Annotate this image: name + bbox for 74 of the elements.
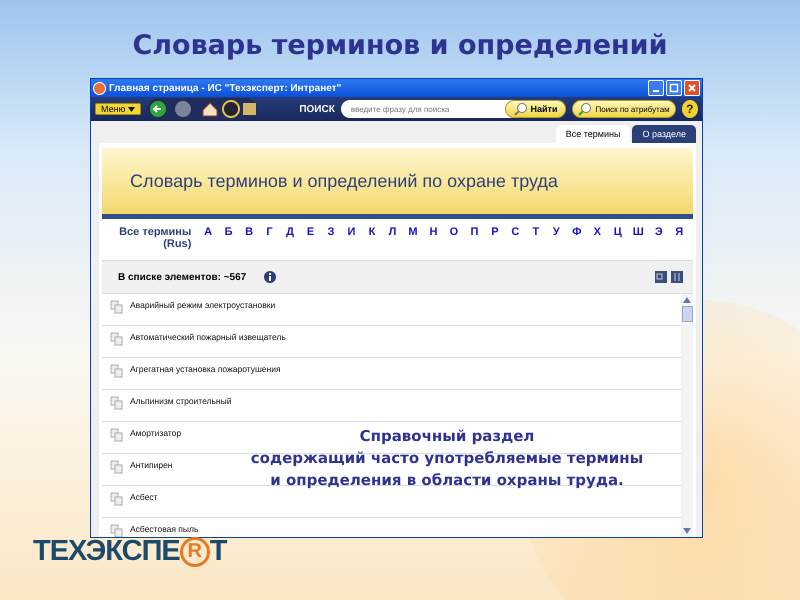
minimize-button[interactable] <box>648 80 664 96</box>
letter-link[interactable]: Я <box>672 226 687 238</box>
document-icon <box>110 364 124 378</box>
letter-link[interactable]: К <box>364 226 380 238</box>
menu-button[interactable]: Меню <box>95 103 142 115</box>
document-icon <box>110 460 124 474</box>
letter-link[interactable]: З <box>323 226 339 238</box>
letter-link[interactable]: С <box>508 226 524 238</box>
maximize-button[interactable] <box>666 80 682 96</box>
document-icon <box>110 332 124 346</box>
term-link[interactable]: Агрегатная установка пожаротушения <box>130 364 281 374</box>
caption-line: содержащий часто употребляемые термины <box>250 448 644 469</box>
term-link[interactable]: Аварийный режим электроустановки <box>130 300 276 310</box>
letter-link[interactable]: Т <box>528 226 544 238</box>
letter-link[interactable]: Е <box>302 226 318 238</box>
letter-link[interactable]: Г <box>262 226 278 238</box>
scrollbar[interactable] <box>681 294 693 537</box>
window-title: Главная страница - ИС "Техэксперт: Интранет" <box>109 82 342 94</box>
letter-link[interactable]: Э <box>651 226 666 238</box>
info-icon[interactable] <box>264 271 276 283</box>
document-icon <box>110 300 124 314</box>
navigation-icons-drawing[interactable] <box>147 98 258 120</box>
find-button[interactable]: Найти <box>504 100 566 118</box>
document-icon <box>110 492 124 506</box>
letter-link[interactable]: П <box>466 226 482 238</box>
sort-icon[interactable] <box>671 271 683 283</box>
minimize-icon <box>653 90 659 92</box>
letter-link[interactable]: А <box>200 226 216 238</box>
document-icon <box>110 396 124 410</box>
maximize-icon <box>669 83 679 93</box>
letter-link[interactable]: Н <box>426 226 442 238</box>
letter-link[interactable]: В <box>241 226 257 238</box>
close-icon <box>687 83 697 93</box>
term-link[interactable]: Автоматический пожарный извещатель <box>130 332 286 342</box>
scroll-up-icon[interactable] <box>683 297 691 303</box>
slide-title: Словарь терминов и определений <box>131 29 669 63</box>
term-link[interactable]: Амортизатор <box>130 428 182 438</box>
tab[interactable]: О разделе <box>632 125 696 143</box>
caption-line: и определения в области охраны труда. <box>270 470 624 491</box>
scroll-down-icon[interactable] <box>683 528 691 534</box>
scroll-thumb[interactable] <box>682 306 692 322</box>
letter-link[interactable]: Л <box>384 226 400 238</box>
close-button[interactable] <box>684 80 700 96</box>
all-terms-link[interactable]: Все термины (Rus) <box>112 226 192 250</box>
letter-link[interactable]: М <box>405 226 421 238</box>
letter-link[interactable]: О <box>446 226 462 238</box>
app-icon <box>93 82 106 94</box>
document-icon <box>110 428 124 442</box>
help-button[interactable]: ? <box>682 100 698 118</box>
search-icon <box>578 102 592 116</box>
caret-icon <box>128 106 136 112</box>
letter-link[interactable]: Р <box>487 226 503 238</box>
view-icon[interactable] <box>655 271 667 283</box>
letter-link[interactable]: Ц <box>610 226 626 238</box>
letter-link[interactable]: Д <box>282 226 298 238</box>
letter-link[interactable]: Ш <box>630 226 646 238</box>
term-link[interactable]: Асбестовая пыль <box>130 524 198 534</box>
tab[interactable]: Все термины <box>556 125 630 143</box>
search-label: ПОИСК <box>299 104 335 114</box>
letter-link[interactable]: Х <box>590 226 606 238</box>
term-link[interactable]: Асбест <box>130 492 158 502</box>
attribute-search-button[interactable]: Поиск по атрибутам <box>572 100 676 118</box>
term-link[interactable]: Альпинизм строительный <box>130 396 232 406</box>
term-link[interactable]: Антипирен <box>130 460 173 470</box>
letter-link[interactable]: Б <box>220 226 236 238</box>
letter-link[interactable]: У <box>548 226 564 238</box>
logo: ТЕХЭКСПЕ R Т <box>33 535 226 568</box>
letter-link[interactable]: И <box>344 226 360 238</box>
banner-title: Словарь терминов и определений по охране труда <box>130 170 558 192</box>
caption-line: Справочный раздел <box>360 426 534 447</box>
search-icon <box>514 102 528 116</box>
count-label: В списке элементов: ~567 <box>118 272 246 282</box>
search-field[interactable]: введите фразу для поиска Найти <box>340 100 566 118</box>
letter-link[interactable]: Ф <box>569 226 585 238</box>
